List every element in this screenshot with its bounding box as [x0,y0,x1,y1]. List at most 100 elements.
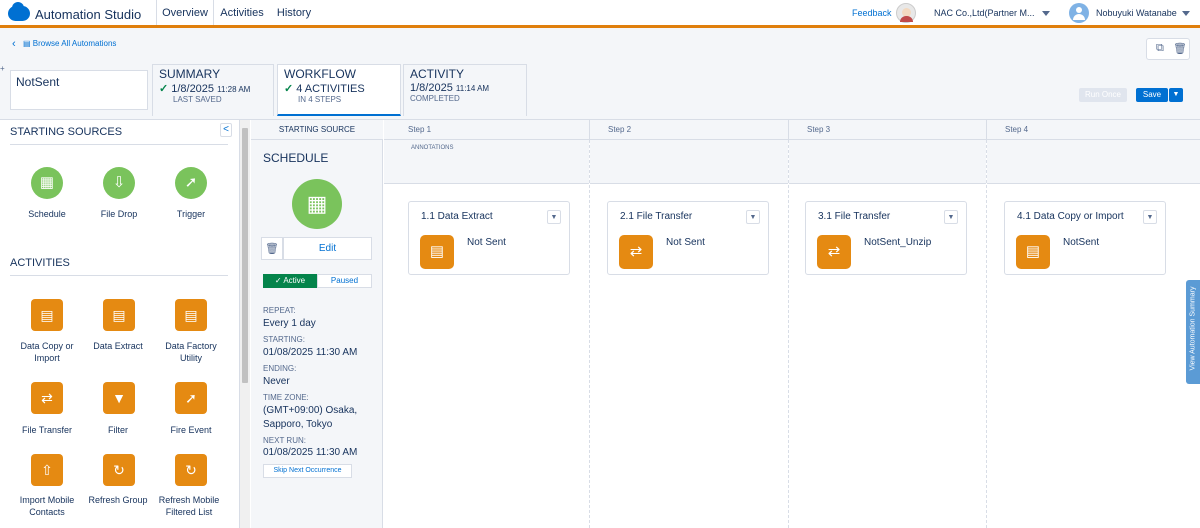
back-chevron-icon[interactable]: ‹ [12,38,16,50]
import-mobile-icon[interactable]: ⇧ [31,454,63,486]
next-run-value: 01/08/2025 11:30 AM [263,447,358,458]
file-transfer-icon[interactable]: ⇄ [31,382,63,414]
source-schedule[interactable]: Schedule [12,209,82,219]
trash-icon[interactable]: 🗑 [261,237,283,260]
ending-label: ENDING: [263,364,297,373]
workflow-canvas: Step 1 Step 2 Step 3 Step 4 ANNOTATIONS … [384,120,1200,528]
repeat-value: Every 1 day [263,318,316,329]
activity-refresh-mobile-list[interactable]: Refresh Mobile Filtered List [152,494,226,518]
tab-workflow[interactable]: WORKFLOW ✓ 4 ACTIVITIES IN 4 STEPS [277,64,401,116]
activity-filter[interactable]: Filter [81,424,155,436]
org-chevron-down-icon[interactable] [1042,11,1050,16]
feedback-avatar [896,3,916,23]
card-chevron-down-icon[interactable]: ▼ [746,210,760,224]
activity-card-1[interactable]: 1.1 Data Extract ▼ ▤ Not Sent [408,201,570,275]
activity-card-4[interactable]: 4.1 Data Copy or Import ▼ ▤ NotSent [1004,201,1166,275]
activity-data-factory[interactable]: Data Factory Utility [154,340,228,364]
activity-import-mobile[interactable]: Import Mobile Contacts [10,494,84,518]
starting-sources-title: STARTING SOURCES [10,126,123,138]
source-trigger[interactable]: Trigger [156,209,226,219]
active-toggle[interactable]: ✓ Active [263,274,317,288]
starting-source-header: STARTING SOURCE [251,120,383,140]
card-chevron-down-icon[interactable]: ▼ [547,210,561,224]
user-avatar-icon[interactable] [1069,3,1089,23]
lightning-icon[interactable]: ➚ [175,167,207,199]
breadcrumb[interactable]: ▤ Browse All Automations [23,39,116,48]
activity-card-2[interactable]: 2.1 File Transfer ▼ ⇄ Not Sent [607,201,769,275]
activity-card-3[interactable]: 3.1 File Transfer ▼ ⇄ NotSent_Unzip [805,201,967,275]
tab-activities[interactable]: Activities [218,0,266,25]
collapse-panel-button[interactable]: < [220,123,232,137]
activity-data-copy[interactable]: Data Copy or Import [10,340,84,364]
activity-data-extract[interactable]: Data Extract [81,340,155,352]
paused-toggle[interactable]: Paused [317,274,372,288]
card-title: 1.1 Data Extract [421,211,493,222]
activity-date: 1/8/2025 [410,82,453,94]
save-options-chevron-down-icon[interactable]: ▼ [1169,88,1183,102]
org-switcher[interactable]: NAC Co.,Ltd(Partner M... [934,8,1035,18]
refresh-group-icon[interactable]: ↻ [103,454,135,486]
user-menu[interactable]: Nobuyuki Watanabe [1096,8,1177,18]
copy-delete-group: ⧉ 🗑 [1146,38,1190,60]
data-extract-icon[interactable]: ▤ [103,299,135,331]
annotations-step-1[interactable]: ANNOTATIONS [384,140,589,184]
trash-icon[interactable]: 🗑 [1173,42,1187,55]
activity-title: ACTIVITY [410,67,465,81]
edit-schedule-button[interactable]: Edit [283,237,372,260]
data-extract-icon: ▤ [420,235,454,269]
annotations-label: ANNOTATIONS [411,145,454,151]
source-file-drop[interactable]: File Drop [84,209,154,219]
step-divider [589,140,590,528]
tab-overview[interactable]: Overview [156,0,214,28]
list-icon: ▤ [23,39,31,48]
tab-summary[interactable]: SUMMARY ✓ 1/8/2025 11:28 AM LAST SAVED [152,64,274,116]
card-chevron-down-icon[interactable]: ▼ [944,210,958,224]
summary-subtitle: LAST SAVED [173,95,222,104]
file-drop-icon[interactable]: ⇩ [103,167,135,199]
tab-activity[interactable]: ACTIVITY 1/8/2025 11:14 AM COMPLETED [403,64,527,116]
starting-source-column: STARTING SOURCE SCHEDULE ▦ 🗑 Edit ✓ Acti… [251,120,383,528]
card-title: 3.1 File Transfer [818,211,891,222]
left-panel: STARTING SOURCES < ▦ Schedule ⇩ File Dro… [0,120,240,528]
user-chevron-down-icon[interactable] [1182,11,1190,16]
app-title: Automation Studio [35,7,142,22]
calendar-icon[interactable]: ▦ [31,167,63,199]
activity-fire-event[interactable]: Fire Event [154,424,228,436]
scrollbar-thumb[interactable] [242,128,248,383]
lightning-icon[interactable]: ➚ [175,382,207,414]
annotations-step-2[interactable] [590,140,788,184]
file-transfer-icon: ⇄ [817,235,851,269]
skip-next-occurrence-button[interactable]: Skip Next Occurrence [263,464,352,478]
card-activity-name: NotSent_Unzip [864,237,932,248]
step-4-header: Step 4 [986,120,1200,140]
data-copy-icon[interactable]: ▤ [31,299,63,331]
starting-label: STARTING: [263,335,305,344]
copy-icon[interactable]: ⧉ [1156,42,1164,55]
schedule-calendar-icon[interactable]: ▦ [292,179,342,229]
summary-title: SUMMARY [159,67,221,81]
feedback-link[interactable]: Feedback [852,8,892,18]
filter-icon[interactable]: ▼ [103,382,135,414]
summary-time: 11:28 AM [217,85,251,94]
tab-history[interactable]: History [274,0,314,25]
activity-refresh-group[interactable]: Refresh Group [81,494,155,506]
activity-subtitle: COMPLETED [410,94,460,103]
step-1-header: Step 1 [384,120,589,140]
data-factory-icon[interactable]: ▤ [175,299,207,331]
view-automation-summary-tab[interactable]: View Automation Summary [1186,280,1200,384]
run-once-button[interactable]: Run Once [1079,88,1127,102]
annotations-step-4[interactable] [987,140,1200,184]
save-button[interactable]: Save [1136,88,1168,102]
workflow-count: 4 ACTIVITIES [296,83,365,95]
card-title: 4.1 Data Copy or Import [1017,211,1124,222]
activity-file-transfer[interactable]: File Transfer [10,424,84,436]
annotations-step-3[interactable] [789,140,986,184]
timezone-value-1: (GMT+09:00) Osaka, [263,405,358,416]
data-copy-icon: ▤ [1016,235,1050,269]
expand-plus-icon[interactable]: + [0,64,5,73]
card-title: 2.1 File Transfer [620,211,693,222]
automation-name-field[interactable]: NotSent [10,70,148,110]
card-chevron-down-icon[interactable]: ▼ [1143,210,1157,224]
refresh-list-icon[interactable]: ↻ [175,454,207,486]
timezone-label: TIME ZONE: [263,393,309,402]
